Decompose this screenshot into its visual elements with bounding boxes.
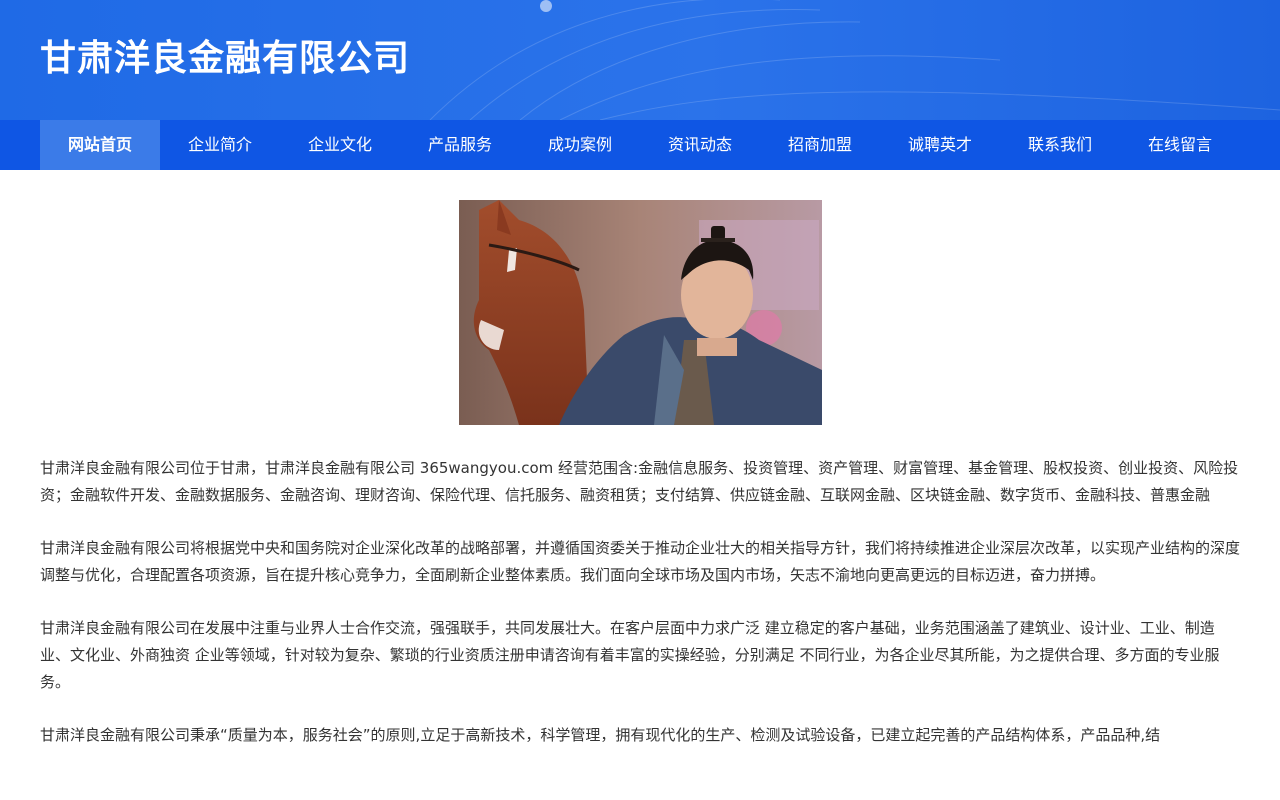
nav-item-about[interactable]: 企业简介 (160, 120, 280, 170)
site-title: 甘肃洋良金融有限公司 (40, 38, 411, 79)
main-content: 甘肃洋良金融有限公司位于甘肃，甘肃洋良金融有限公司 365wangyou.com… (0, 170, 1280, 749)
nav-item-products[interactable]: 产品服务 (400, 120, 520, 170)
intro-paragraph-4: 甘肃洋良金融有限公司秉承“质量为本，服务社会”的原则,立足于高新技术，科学管理，… (40, 726, 1161, 744)
nav-item-franchise[interactable]: 招商加盟 (760, 120, 880, 170)
intro-paragraph-3: 甘肃洋良金融有限公司在发展中注重与业界人士合作交流，强强联手，共同发展壮大。在客… (40, 619, 1220, 691)
nav-item-contact[interactable]: 联系我们 (1000, 120, 1120, 170)
nav-item-home[interactable]: 网站首页 (40, 120, 160, 170)
nav-item-cases[interactable]: 成功案例 (520, 120, 640, 170)
hero-image (458, 200, 822, 425)
intro-paragraph-2: 甘肃洋良金融有限公司将根据党中央和国务院对企业深化改革的战略部署，并遵循国资委关… (40, 539, 1241, 584)
nav-item-news[interactable]: 资讯动态 (640, 120, 760, 170)
site-header: 甘肃洋良金融有限公司 (0, 0, 1280, 120)
nav-item-careers[interactable]: 诚聘英才 (880, 120, 1000, 170)
intro-paragraph-1: 甘肃洋良金融有限公司位于甘肃，甘肃洋良金融有限公司 365wangyou.com… (40, 459, 1239, 504)
nav-item-message[interactable]: 在线留言 (1120, 120, 1240, 170)
main-nav: 网站首页 企业简介 企业文化 产品服务 成功案例 资讯动态 招商加盟 诚聘英才 … (0, 120, 1280, 170)
nav-item-culture[interactable]: 企业文化 (280, 120, 400, 170)
